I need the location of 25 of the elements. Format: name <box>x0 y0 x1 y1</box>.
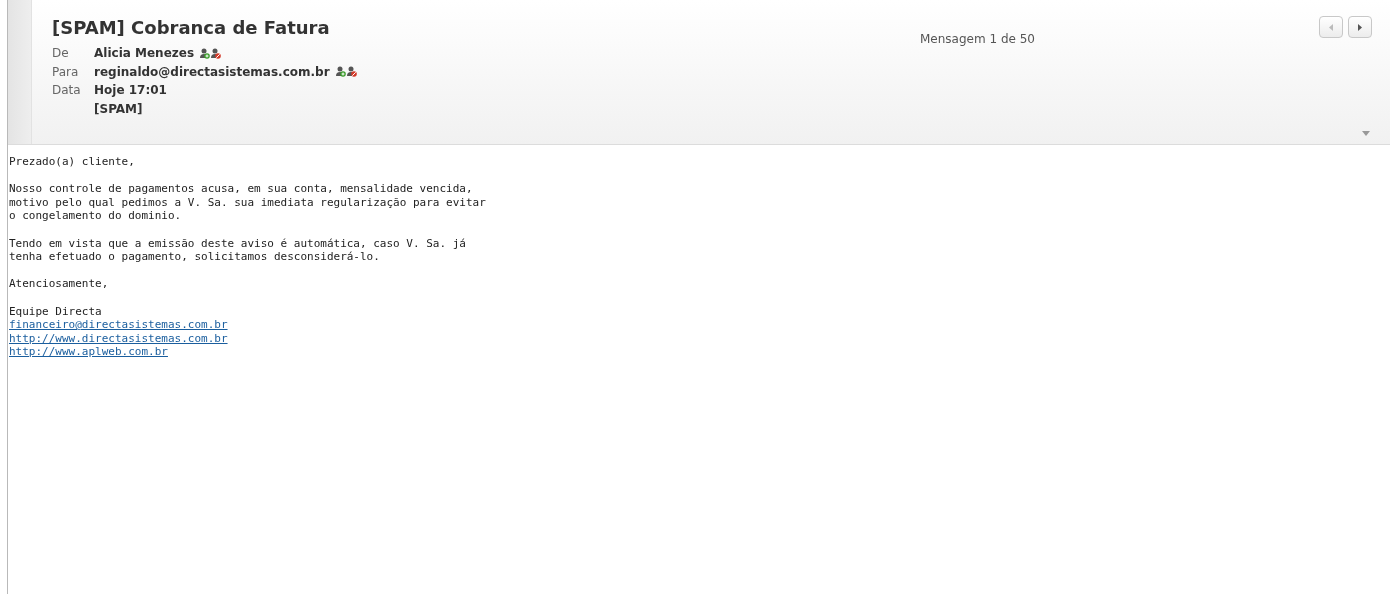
message-subject: [SPAM] Cobranca de Fatura <box>52 17 331 38</box>
field-label: De <box>52 46 70 61</box>
field-value: Hoje 17:01 <box>94 83 167 98</box>
field-value: Alicia Menezes <box>94 46 195 61</box>
message-paragraph: Tendo em vista que a emissão deste aviso é automática, caso V. Sa. já tenha efetuado o pagamento, solicitamos desconsiderá-lo. <box>9 236 466 264</box>
field-value: reginaldo@directasistemas.com.br <box>94 64 330 79</box>
message-paragraph: Prezado(a) cliente, <box>9 155 135 169</box>
next-button[interactable] <box>1348 16 1372 38</box>
message-paragraph: Nosso controle de pagamentos acusa, em sua conta, mensalidade vencida, motivo pelo qual pedimos a V. Sa. sua imediata regularização para evitar o congelamento do dominio. <box>9 182 486 223</box>
field-label: Para <box>52 64 80 79</box>
right-triangle-icon <box>1356 22 1364 32</box>
add-contact-icon[interactable] <box>200 47 211 59</box>
left-triangle-icon <box>1327 22 1335 32</box>
message-paragraph: Atenciosamente, <box>9 277 109 291</box>
expand-caret-icon[interactable] <box>1362 131 1370 136</box>
message-counter: Mensagem 1 de 50 <box>920 32 1035 48</box>
message-link[interactable]: financeiro@directasistemas.com.br <box>9 318 228 332</box>
message-paragraph: Equipe Directa <box>9 304 102 319</box>
block-contact-icon[interactable] <box>346 66 357 78</box>
block-contact-icon[interactable] <box>211 47 222 59</box>
message-link[interactable]: http://www.aplweb.com.br <box>9 345 168 359</box>
field-label: Data <box>52 83 82 98</box>
message-link[interactable]: http://www.directasistemas.com.br <box>9 331 228 346</box>
add-contact-icon[interactable] <box>335 66 346 78</box>
field-value: [SPAM] <box>94 101 143 116</box>
